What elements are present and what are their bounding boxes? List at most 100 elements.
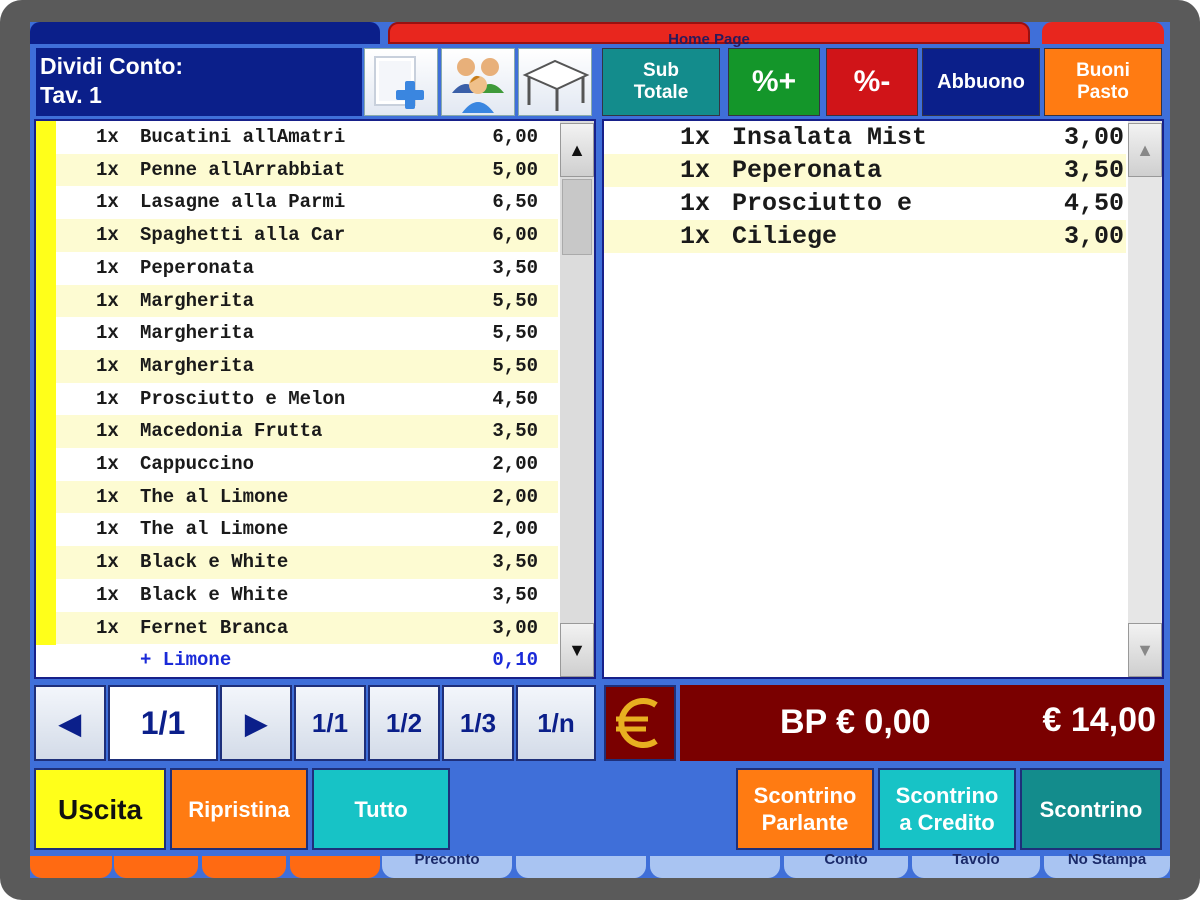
item-name: Margherita	[140, 289, 255, 312]
item-quantity: 1x	[96, 485, 119, 508]
prev-page-button[interactable]: ◀	[34, 685, 106, 761]
no-stampa-tab[interactable]: No Stampa	[1044, 852, 1170, 878]
left-scroll-up-button[interactable]: ▲	[560, 123, 594, 177]
scroll-up-icon: ▲	[568, 139, 586, 160]
list-item[interactable]: 1x The al Limone 2,00	[56, 513, 558, 547]
add-item-button[interactable]	[364, 48, 438, 116]
item-price: 6,50	[492, 191, 538, 214]
item-quantity: 1x	[96, 224, 119, 247]
split-1-3-button[interactable]: 1/3	[442, 685, 514, 761]
subtotal-button[interactable]: Sub Totale	[602, 48, 720, 116]
totals-display: BP € 0,00 € 14,00	[680, 685, 1164, 761]
list-item[interactable]: 1x Cappuccino 2,00	[56, 448, 558, 481]
split-1-2-button[interactable]: 1/2	[368, 685, 440, 761]
modifier-name: + Limone	[140, 649, 232, 672]
split-1-1-button[interactable]: 1/1	[294, 685, 366, 761]
list-item[interactable]: 1x Bucatini allAmatri 6,00	[56, 121, 558, 154]
list-item[interactable]: 1x The al Limone 2,00	[56, 480, 558, 514]
next-page-button[interactable]: ▶	[220, 685, 292, 761]
abbuono-label: Abbuono	[937, 71, 1025, 93]
ripristina-button[interactable]: Ripristina	[170, 768, 308, 850]
list-item[interactable]: 1x Spaghetti alla Car 6,00	[56, 219, 558, 252]
item-quantity: 1x	[96, 518, 119, 541]
item-quantity: 1x	[96, 583, 119, 606]
scontrino-parlante-button[interactable]: Scontrino Parlante	[736, 768, 874, 850]
scontrino-credito-button[interactable]: Scontrino a Credito	[878, 768, 1016, 850]
list-item[interactable]: 1x Fernet Branca 3,00	[56, 611, 558, 645]
item-name: Peperonata	[732, 156, 883, 185]
conto-tab-label: Conto	[824, 851, 868, 868]
table-button[interactable]	[518, 48, 592, 116]
percent-plus-label: %+	[751, 65, 797, 98]
list-item[interactable]: 1x Lasagne alla Parmi 6,50	[56, 186, 558, 220]
abbuono-button[interactable]: Abbuono	[922, 48, 1040, 116]
item-price: 3,50	[492, 256, 538, 279]
no-stampa-tab-label: No Stampa	[1067, 851, 1147, 868]
item-price: 4,50	[1063, 189, 1124, 218]
uscita-button[interactable]: Uscita	[34, 768, 166, 850]
item-name: Lasagne alla Parmi	[140, 191, 346, 214]
split-1-1-label: 1/1	[311, 707, 349, 738]
item-name: Spaghetti alla Car	[140, 224, 346, 247]
list-item[interactable]: 1x Margherita 5,50	[56, 317, 558, 350]
right-split-list[interactable]: ▲ ▼ 1x Insalata Mist 3,00 1x Peperonata 3,50 1…	[602, 119, 1164, 679]
tavolo-tab[interactable]: Tavolo	[912, 852, 1040, 878]
item-quantity: 1x	[96, 453, 119, 475]
item-price: 6,00	[492, 126, 538, 148]
conto-tab[interactable]: Conto	[784, 852, 908, 878]
left-scroll-down-button[interactable]: ▼	[560, 623, 594, 677]
right-scroll-down-button[interactable]: ▼	[1128, 623, 1162, 677]
background-bottom-tab	[516, 856, 646, 878]
list-item[interactable]: 1x Macedonia Frutta 3,50	[56, 415, 558, 448]
item-quantity: 1x	[96, 158, 119, 181]
list-item[interactable]: 1x Insalata Mist 3,00	[604, 121, 1126, 154]
users-button[interactable]	[441, 48, 515, 116]
scontrino-button[interactable]: Scontrino	[1020, 768, 1162, 850]
item-quantity: 1x	[96, 551, 119, 574]
preconto-tab[interactable]: Preconto	[382, 852, 512, 878]
list-item[interactable]: 1x Black e White 3,50	[56, 578, 558, 612]
percent-minus-label: %-	[853, 65, 891, 98]
list-item[interactable]: 1x Margherita 5,50	[56, 349, 558, 383]
right-scroll-up-button[interactable]: ▲	[1128, 123, 1162, 177]
list-item[interactable]: 1x Prosciutto e 4,50	[604, 187, 1126, 220]
item-name: Peperonata	[140, 256, 255, 279]
tutto-label: Tutto	[354, 796, 408, 822]
pos-screen: Home Page Preconto Conto Tavolo No Stamp…	[30, 22, 1170, 878]
left-scroll-thumb[interactable]	[562, 179, 592, 255]
arrow-left-icon: ◀	[59, 707, 81, 739]
euro-button[interactable]	[604, 685, 676, 761]
page-indicator: 1/1	[108, 685, 218, 761]
list-item-modifier[interactable]: + Limone 0,10	[56, 644, 558, 677]
background-bottom-tab	[290, 856, 380, 878]
preconto-tab-label: Preconto	[414, 851, 480, 868]
item-price: 5,50	[492, 322, 538, 345]
item-name: The al Limone	[140, 485, 289, 508]
list-item[interactable]: 1x Margherita 5,50	[56, 284, 558, 318]
page-indicator-label: 1/1	[140, 704, 186, 741]
list-item[interactable]: 1x Peperonata 3,50	[56, 251, 558, 285]
right-scrollbar[interactable]	[1128, 121, 1162, 677]
device-frame: Home Page Preconto Conto Tavolo No Stamp…	[0, 0, 1200, 900]
list-item[interactable]: 1x Ciliege 3,00	[604, 220, 1126, 253]
left-order-list[interactable]: ▲ ▼ 1x Bucatini allAmatri 6,00 1x Penne allA…	[34, 119, 596, 679]
item-price: 3,00	[1063, 222, 1124, 251]
split-bill-title: Dividi Conto: Tav. 1	[36, 48, 362, 116]
list-item[interactable]: 1x Peperonata 3,50	[604, 154, 1126, 187]
list-item[interactable]: 1x Black e White 3,50	[56, 546, 558, 579]
item-name: Prosciutto e Melon	[140, 387, 346, 410]
percent-minus-button[interactable]: %-	[826, 48, 918, 116]
list-item[interactable]: 1x Prosciutto e Melon 4,50	[56, 382, 558, 416]
item-quantity: 1x	[96, 420, 119, 443]
percent-plus-button[interactable]: %+	[728, 48, 820, 116]
split-1-n-label: 1/n	[537, 707, 575, 738]
item-price: 3,50	[492, 583, 538, 606]
split-1-n-button[interactable]: 1/n	[516, 685, 596, 761]
uscita-label: Uscita	[57, 793, 143, 825]
tutto-button[interactable]: Tutto	[312, 768, 450, 850]
item-name: Margherita	[140, 322, 255, 345]
item-name: Margherita	[140, 354, 255, 377]
list-item[interactable]: 1x Penne allArrabbiat 5,00	[56, 153, 558, 187]
buoni-pasto-button[interactable]: Buoni Pasto	[1044, 48, 1162, 116]
home-page-tab[interactable]: Home Page	[388, 22, 1030, 48]
